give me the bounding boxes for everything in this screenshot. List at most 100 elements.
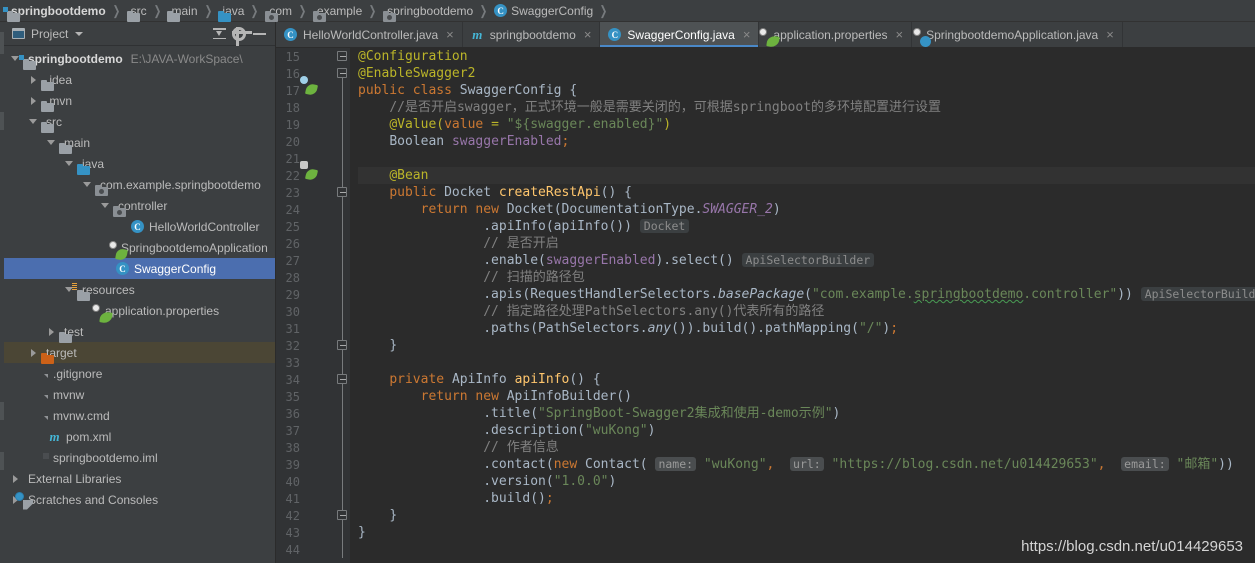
expand-arrow-icon[interactable]: [28, 347, 39, 358]
close-icon[interactable]: ×: [584, 28, 592, 41]
code-line[interactable]: //是否开启swagger，正式环境一般是需要关闭的，可根据springboot…: [358, 99, 1255, 116]
code-line[interactable]: return new ApiInfoBuilder(): [358, 388, 1255, 405]
expand-arrow-icon[interactable]: [46, 326, 57, 337]
tree-item-java[interactable]: java: [4, 153, 275, 174]
code-line[interactable]: .apis(RequestHandlerSelectors.basePackag…: [358, 286, 1255, 303]
tree-item-application-properties[interactable]: application.properties: [4, 300, 275, 324]
project-settings-button[interactable]: [229, 24, 252, 47]
tree-item-src[interactable]: src: [4, 111, 275, 132]
tree-item-helloworldcontroller[interactable]: C HelloWorldController: [4, 216, 275, 237]
code-line[interactable]: .apiInfo(apiInfo()) Docket: [358, 218, 1255, 235]
tab-application-properties[interactable]: application.properties ×: [759, 22, 913, 47]
tree-item-controller[interactable]: controller: [4, 195, 275, 216]
code-line[interactable]: .contact(new Contact( name: "wuKong", ur…: [358, 456, 1255, 473]
expand-arrow-icon[interactable]: [28, 95, 39, 106]
collapse-all-button[interactable]: [209, 24, 229, 44]
tab-springbootdemo[interactable]: m springbootdemo ×: [463, 22, 601, 47]
breadcrumb-item-swaggerconfig[interactable]: C SwaggerConfig: [491, 0, 596, 22]
tree-item-main[interactable]: main: [4, 132, 275, 153]
tree-item-swaggerconfig[interactable]: C SwaggerConfig: [4, 258, 275, 279]
chevron-down-icon[interactable]: [75, 31, 84, 36]
breadcrumb-item-springbootdemo-pkg[interactable]: springbootdemo: [380, 0, 476, 22]
tree-item-target[interactable]: target: [4, 342, 275, 363]
code-line[interactable]: .build();: [358, 490, 1255, 507]
project-tree[interactable]: springbootdemo E:\JAVA-WorkSpace\ .idea …: [4, 46, 275, 563]
tab-swaggerconfig-java[interactable]: C SwaggerConfig.java ×: [600, 22, 760, 47]
expand-arrow-icon[interactable]: [82, 179, 93, 190]
code-line[interactable]: @Value(value = "${swagger.enabled}"): [358, 116, 1255, 133]
code-line[interactable]: // 是否开启: [358, 235, 1255, 252]
fold-marker[interactable]: [337, 340, 347, 350]
code-line[interactable]: .title("SpringBoot-Swagger2集成和使用-demo示例"…: [358, 405, 1255, 422]
code-line[interactable]: public Docket createRestApi() {: [358, 184, 1255, 201]
code-line[interactable]: .description("wuKong"): [358, 422, 1255, 439]
expand-arrow-icon[interactable]: [28, 116, 39, 127]
expand-arrow-icon[interactable]: [10, 473, 21, 484]
breadcrumb-item-src[interactable]: src: [124, 0, 150, 22]
close-icon[interactable]: ×: [1106, 28, 1114, 41]
hide-panel-button[interactable]: [249, 24, 269, 44]
code-line[interactable]: .paths(PathSelectors.any()).build().path…: [358, 320, 1255, 337]
fold-marker[interactable]: [337, 374, 347, 384]
expand-arrow-icon[interactable]: [64, 158, 75, 169]
tree-item-mvn[interactable]: .mvn: [4, 90, 275, 111]
expand-arrow-icon[interactable]: [100, 200, 111, 211]
code-text-area[interactable]: @Configuration @EnableSwagger2 public cl…: [350, 48, 1255, 563]
tree-item-gitignore[interactable]: .gitignore: [4, 363, 275, 384]
tree-item-resources[interactable]: resources: [4, 279, 275, 300]
tree-item-scratches-and-consoles[interactable]: Scratches and Consoles: [4, 489, 275, 510]
code-line[interactable]: @Bean: [358, 167, 1255, 184]
close-icon[interactable]: ×: [743, 28, 751, 41]
gear-icon: [232, 26, 252, 47]
breadcrumb-item-com[interactable]: com: [262, 0, 295, 22]
tree-item-springbootdemo-iml[interactable]: springbootdemo.iml: [4, 447, 275, 468]
editor-gutter[interactable]: 15 16 17 18 19 20 21 22 23 24 25 26 27 2…: [276, 48, 334, 563]
tree-item-test[interactable]: test: [4, 321, 275, 342]
fold-marker[interactable]: [337, 68, 347, 78]
tab-springbootdemoapplication-java[interactable]: SpringbootdemoApplication.java ×: [912, 22, 1123, 47]
tree-item-springbootdemoapplication[interactable]: SpringbootdemoApplication: [4, 237, 275, 261]
code-line[interactable]: @Configuration: [358, 48, 1255, 65]
code-folding-strip[interactable]: [334, 48, 350, 563]
code-line[interactable]: return new Docket(DocumentationType.SWAG…: [358, 201, 1255, 218]
close-icon[interactable]: ×: [446, 28, 454, 41]
code-line[interactable]: [358, 541, 1255, 558]
code-line[interactable]: }: [358, 337, 1255, 354]
breadcrumb-item-java[interactable]: java: [215, 0, 247, 22]
fold-marker[interactable]: [337, 510, 347, 520]
expand-arrow-icon[interactable]: [46, 137, 57, 148]
code-line[interactable]: @EnableSwagger2: [358, 65, 1255, 82]
code-line[interactable]: // 指定路径处理PathSelectors.any()代表所有的路径: [358, 303, 1255, 320]
spring-bean-method-icon[interactable]: [300, 160, 322, 184]
code-line[interactable]: }: [358, 507, 1255, 524]
code-line[interactable]: // 扫描的路径包: [358, 269, 1255, 286]
code-line[interactable]: .enable(swaggerEnabled).select() ApiSele…: [358, 252, 1255, 269]
breadcrumb-item-springbootdemo[interactable]: springbootdemo: [3, 0, 109, 22]
tree-item-mvnw-cmd[interactable]: mvnw.cmd: [4, 405, 275, 426]
code-line[interactable]: [358, 354, 1255, 371]
code-line[interactable]: }: [358, 524, 1255, 541]
expand-arrow-icon[interactable]: [28, 74, 39, 85]
code-line[interactable]: [358, 150, 1255, 167]
tree-item-com-example-springbootdemo[interactable]: com.example.springbootdemo: [4, 174, 275, 195]
code-line[interactable]: // 作者信息: [358, 439, 1255, 456]
tree-item-pom-xml[interactable]: m pom.xml: [4, 426, 275, 447]
breadcrumb-separator: ❯: [479, 2, 488, 18]
tab-helloworldcontroller-java[interactable]: C HelloWorldController.java ×: [276, 22, 463, 47]
fold-marker[interactable]: [337, 51, 347, 61]
breadcrumb-item-main[interactable]: main: [164, 0, 200, 22]
code-line[interactable]: .version("1.0.0"): [358, 473, 1255, 490]
tree-item-external-libraries[interactable]: External Libraries: [4, 468, 275, 489]
tree-item-mvnw[interactable]: mvnw: [4, 384, 275, 405]
spring-bean-class-icon[interactable]: [300, 75, 322, 99]
code-line[interactable]: private ApiInfo apiInfo() {: [358, 371, 1255, 388]
tree-item-label: springbootdemo: [28, 51, 123, 66]
code-line[interactable]: public class SwaggerConfig {: [358, 82, 1255, 99]
close-icon[interactable]: ×: [896, 28, 904, 41]
code-line[interactable]: Boolean swaggerEnabled;: [358, 133, 1255, 150]
tree-item-idea[interactable]: .idea: [4, 69, 275, 90]
tree-item-springbootdemo[interactable]: springbootdemo E:\JAVA-WorkSpace\: [4, 48, 275, 69]
fold-marker[interactable]: [337, 187, 347, 197]
class-icon: C: [131, 220, 144, 233]
breadcrumb-item-example[interactable]: example: [310, 0, 365, 22]
